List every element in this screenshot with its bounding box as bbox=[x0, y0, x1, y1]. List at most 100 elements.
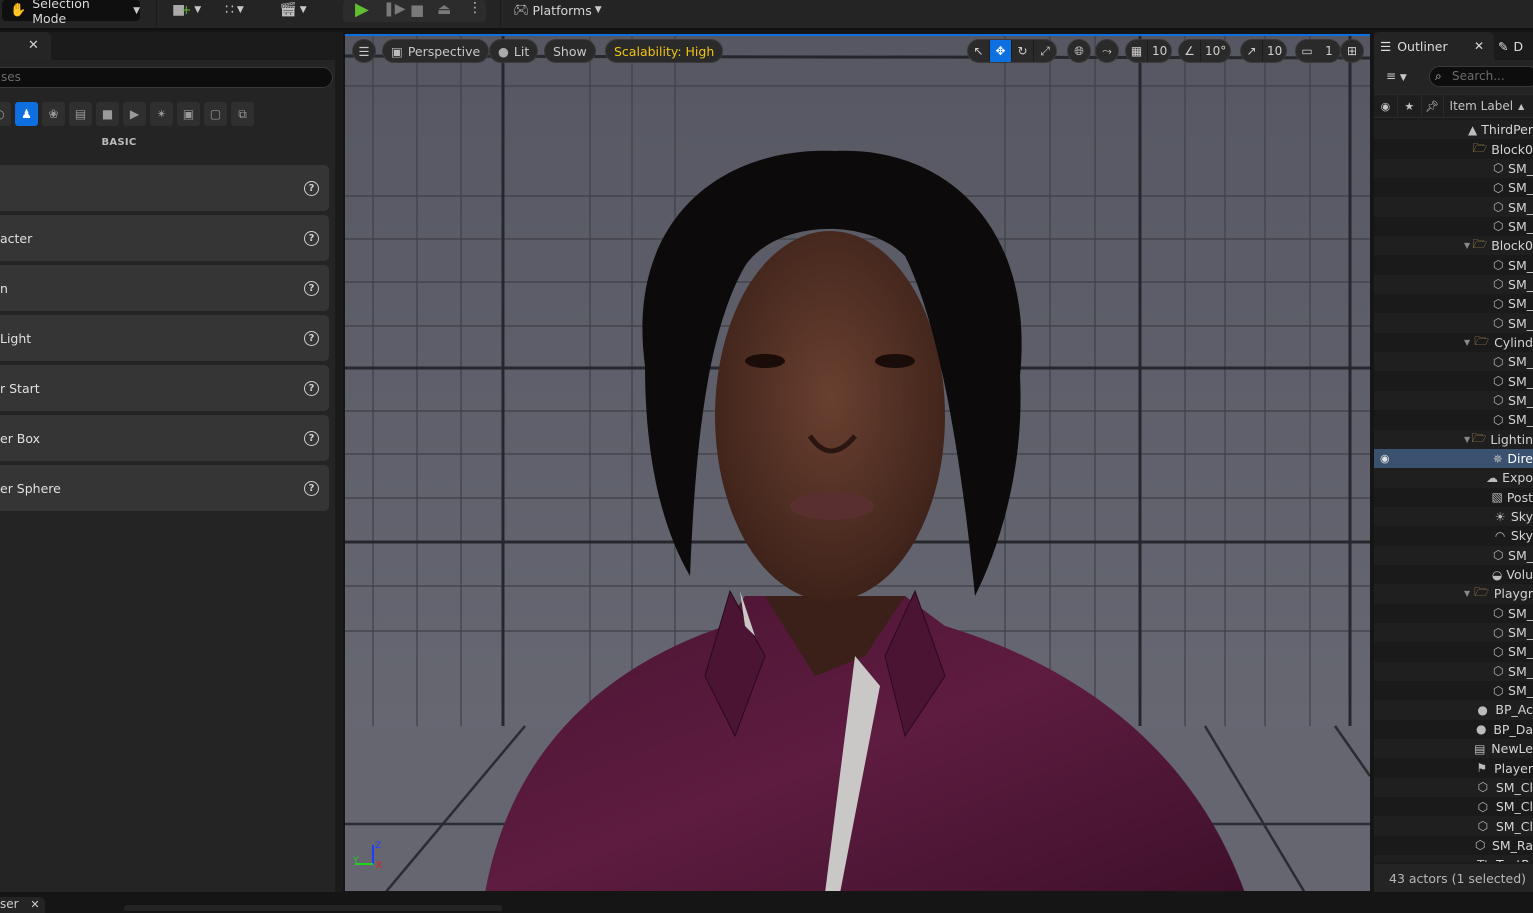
coordinate-system-button[interactable]: 🌐︎ bbox=[1067, 39, 1091, 63]
close-icon[interactable]: ✕ bbox=[30, 898, 39, 911]
outliner-row[interactable]: ▲ ThirdPer bbox=[1374, 120, 1533, 140]
rotate-tool[interactable]: ↻ bbox=[1012, 40, 1034, 62]
outliner-row[interactable]: ⬡ SM_ bbox=[1374, 255, 1533, 275]
favorite-column[interactable]: ★ bbox=[1398, 94, 1422, 118]
help-icon[interactable]: ? bbox=[304, 230, 319, 246]
outliner-tab[interactable]: ☰ Outliner ✕ bbox=[1374, 32, 1494, 60]
scale-snap-toggle[interactable]: ↗ bbox=[1241, 40, 1263, 62]
expand-arrow-icon[interactable]: ▼ bbox=[1464, 435, 1472, 444]
outliner-row[interactable]: ⬡ SM_ bbox=[1374, 294, 1533, 314]
filter-icon[interactable]: ≡ ▼ bbox=[1386, 69, 1407, 83]
grid-snap-value[interactable]: 10 bbox=[1148, 40, 1171, 62]
outliner-row[interactable]: ▤ NewLe bbox=[1374, 739, 1533, 759]
viewport-menu-button[interactable]: ☰ bbox=[352, 39, 376, 63]
outliner-row[interactable]: ⬡ SM_ bbox=[1374, 197, 1533, 217]
outliner-row[interactable]: ⬡ SM_ bbox=[1374, 371, 1533, 391]
item-label-column[interactable]: Item Label ▲ bbox=[1444, 94, 1533, 118]
outliner-row[interactable]: ⬡ SM_ bbox=[1374, 680, 1533, 701]
scale-tool[interactable]: ⤢ bbox=[1034, 40, 1056, 62]
expand-arrow-icon[interactable]: ▼ bbox=[1464, 241, 1472, 250]
category-recently-placed[interactable]: ○ bbox=[0, 102, 11, 126]
actor-item[interactable]: Light ? bbox=[0, 315, 329, 361]
rotation-snap-toggle[interactable]: ∠ bbox=[1179, 40, 1201, 62]
outliner-row[interactable]: ◒ Volu bbox=[1374, 564, 1533, 585]
category-cinematic[interactable]: ▤ bbox=[69, 102, 92, 126]
outliner-row[interactable]: ⬡ SM_ bbox=[1374, 603, 1533, 623]
category-visual-effects[interactable]: ■ bbox=[96, 102, 119, 126]
outliner-row[interactable]: ⚑ Player bbox=[1374, 758, 1533, 778]
platforms-button[interactable]: 🎮︎ Platforms ▼ bbox=[513, 0, 602, 20]
category-geometry[interactable]: ▶ bbox=[123, 102, 146, 126]
eye-icon[interactable]: ◉ bbox=[1380, 452, 1390, 465]
scrollbar[interactable] bbox=[335, 60, 343, 892]
rotation-snap-value[interactable]: 10° bbox=[1201, 40, 1230, 62]
perspective-button[interactable]: ▣ Perspective bbox=[382, 39, 490, 63]
category-other[interactable]: ⧉ bbox=[231, 102, 254, 126]
scale-snap-value[interactable]: 10 bbox=[1263, 40, 1286, 62]
outliner-row[interactable]: ⬡ SM_ bbox=[1374, 410, 1533, 430]
outliner-row[interactable]: ⬡ SM_ bbox=[1374, 545, 1533, 565]
more-options-icon[interactable]: ⋮ bbox=[468, 0, 482, 16]
outliner-row[interactable]: ▼ 🗁︎ Cylind bbox=[1374, 332, 1533, 353]
outliner-row[interactable]: ⬡ SM_ bbox=[1374, 661, 1533, 681]
outliner-row[interactable]: ◠ Sky bbox=[1374, 526, 1533, 546]
outliner-row[interactable]: ▼ 🗁︎ Lightin bbox=[1374, 429, 1533, 449]
actor-item[interactable]: n ? bbox=[0, 265, 329, 311]
category-volumes[interactable]: ✴ bbox=[150, 102, 173, 126]
eject-icon[interactable]: ⏏ bbox=[437, 0, 451, 18]
outliner-row[interactable]: ⬡ SM_ bbox=[1374, 178, 1533, 198]
outliner-row[interactable]: ☁︎ Expo bbox=[1374, 468, 1533, 488]
blueprint-button[interactable]: ∷ ▼ bbox=[225, 0, 244, 20]
details-tab[interactable]: ✎ D bbox=[1498, 32, 1533, 60]
outliner-row[interactable]: ⬡ SM_ bbox=[1374, 274, 1533, 295]
outliner-search-input[interactable]: ⌕ Search... bbox=[1429, 66, 1533, 87]
place-actors-tab[interactable]: ✕ bbox=[0, 32, 51, 60]
actor-item[interactable]: acter ? bbox=[0, 215, 329, 261]
help-icon[interactable]: ? bbox=[304, 330, 319, 346]
outliner-row[interactable]: ▼ 🗁︎ Playgr bbox=[1374, 584, 1533, 604]
grid-snap-toggle[interactable]: ▦ bbox=[1126, 40, 1148, 62]
expand-arrow-icon[interactable]: ▼ bbox=[1464, 338, 1473, 347]
outliner-row[interactable]: ◉ ✵ Dire bbox=[1374, 448, 1533, 469]
advance-frame-icon[interactable]: ❚▶ bbox=[383, 1, 406, 17]
outliner-row[interactable]: ⬡ SM_Ra bbox=[1374, 835, 1533, 856]
outliner-row[interactable]: ⬡ SM_Cl bbox=[1374, 777, 1533, 798]
outliner-row[interactable]: ⬡ SM_Cl bbox=[1374, 816, 1533, 836]
show-button[interactable]: Show bbox=[544, 39, 596, 63]
close-icon[interactable]: ✕ bbox=[28, 38, 39, 53]
help-icon[interactable]: ? bbox=[304, 380, 319, 396]
category-lights[interactable]: ❀ bbox=[42, 102, 65, 126]
category-shapes[interactable]: ▢ bbox=[204, 102, 227, 126]
category-all-classes[interactable]: ▣ bbox=[177, 102, 200, 126]
play-icon[interactable]: ▶ bbox=[355, 0, 369, 20]
actor-item[interactable]: ? bbox=[0, 165, 329, 211]
stop-icon[interactable]: ■ bbox=[410, 1, 424, 19]
actor-item[interactable]: er Box ? bbox=[0, 415, 329, 461]
close-icon[interactable]: ✕ bbox=[1474, 39, 1484, 53]
scalability-button[interactable]: Scalability: High bbox=[605, 39, 724, 63]
cinematics-button[interactable]: 🎬︎ ▼ bbox=[279, 0, 307, 20]
translate-tool[interactable]: ✥ bbox=[990, 40, 1012, 62]
outliner-row[interactable]: 🗁︎ Block0 bbox=[1374, 139, 1533, 159]
category-basic[interactable]: ♟ bbox=[15, 102, 38, 126]
outliner-row[interactable]: ▼ 🗁︎ Block0 bbox=[1374, 236, 1533, 256]
help-icon[interactable]: ? bbox=[304, 480, 319, 496]
outliner-row[interactable]: ⬡ SM_ bbox=[1374, 352, 1533, 372]
view-mode-button[interactable]: ● Lit bbox=[489, 39, 539, 63]
actor-item[interactable]: er Sphere ? bbox=[0, 465, 329, 511]
outliner-row[interactable]: ☀︎ Sky bbox=[1374, 506, 1533, 527]
select-tool[interactable]: ↖ bbox=[968, 40, 990, 62]
search-classes-input[interactable]: ses bbox=[0, 67, 333, 88]
actor-item[interactable]: r Start ? bbox=[0, 365, 329, 411]
outliner-row[interactable]: ⬡ SM_ bbox=[1374, 216, 1533, 237]
level-viewport[interactable]: ☰ ▣ Perspective ● Lit Show Scalability: … bbox=[345, 34, 1370, 891]
viewport-layout-button[interactable]: ⊞ bbox=[1340, 39, 1364, 63]
help-icon[interactable]: ? bbox=[304, 280, 319, 296]
outliner-row[interactable]: ⬡ SM_ bbox=[1374, 158, 1533, 179]
pin-column[interactable]: 📌︎ bbox=[1422, 94, 1444, 118]
selection-mode-button[interactable]: ✋ Selection Mode ▼ bbox=[2, 0, 140, 26]
surface-snap-button[interactable]: ⤳ bbox=[1095, 39, 1119, 63]
help-icon[interactable]: ? bbox=[304, 430, 319, 446]
outliner-row[interactable]: ● BP_Ac bbox=[1374, 700, 1533, 720]
outliner-row[interactable]: ⬡ SM_Cl bbox=[1374, 797, 1533, 817]
